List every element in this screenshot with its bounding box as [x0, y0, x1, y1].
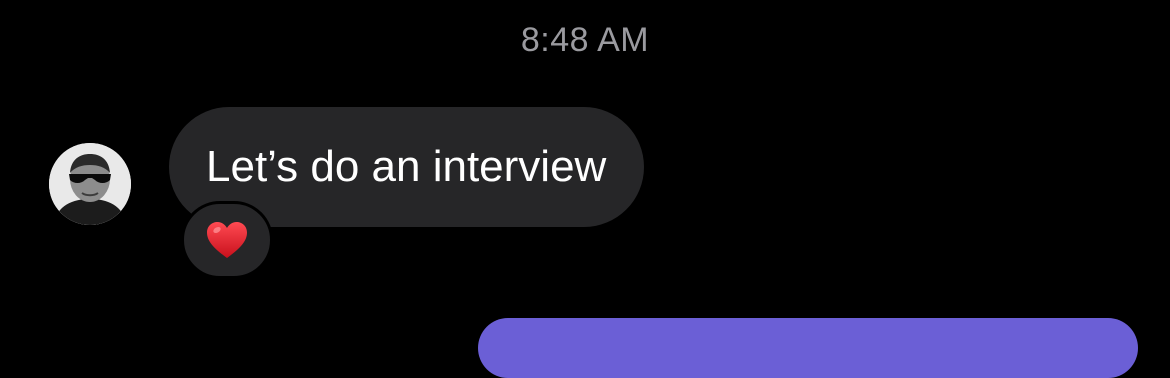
sender-avatar[interactable] [49, 143, 131, 225]
heart-emoji-icon [207, 222, 247, 258]
person-avatar-icon [49, 143, 131, 225]
message-timestamp: 8:48 AM [520, 21, 650, 59]
message-reaction[interactable] [181, 201, 273, 279]
outgoing-message-bubble[interactable] [478, 318, 1138, 378]
